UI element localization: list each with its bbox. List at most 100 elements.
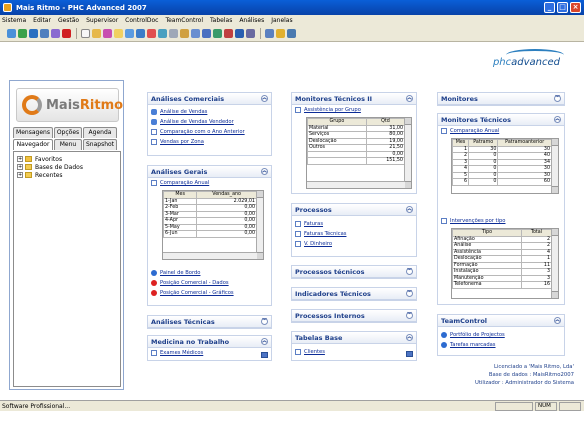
link-tarefas-marcadas[interactable]: Tarefas marcadas (438, 340, 564, 350)
link-portfolio-projectos[interactable]: Portfólio de Projectos (438, 330, 564, 340)
doc-icon (151, 139, 157, 145)
link-comparacao-ano-anterior[interactable]: Comparação com o Ano Anterior (148, 127, 271, 137)
link-vendas-zona[interactable]: Vendas por Zona (148, 137, 271, 147)
vertical-scrollbar[interactable] (404, 118, 411, 188)
expand-icon[interactable]: ︾ (406, 268, 413, 275)
vertical-scrollbar[interactable] (551, 139, 558, 193)
toolbar-table-icon[interactable] (169, 29, 178, 38)
horizontal-scrollbar[interactable] (307, 181, 405, 188)
expand-icon[interactable]: ︾ (406, 290, 413, 297)
tree-item-bases-de-dados[interactable]: + Bases de Dados (17, 163, 117, 171)
grid-patramo[interactable]: Mes Patramo Patramoanterior 1 30 30 2 0 40 303… (451, 138, 559, 194)
tree-item-favoritos[interactable]: + Favoritos (17, 155, 117, 163)
collapse-icon[interactable]: ︽ (406, 206, 413, 213)
tab-navegador[interactable]: Navegador (13, 139, 53, 150)
link-comparacao-anual-tec[interactable]: Comparação Anual (438, 126, 564, 136)
collapse-icon[interactable]: ︽ (554, 116, 561, 123)
panel-analises-tecnicas: Análises Técnicas ︾ (147, 315, 272, 329)
toolbar-lock-icon[interactable] (51, 29, 60, 38)
menu-janelas[interactable]: Janelas (271, 17, 292, 24)
toolbar-settings-icon[interactable] (246, 29, 255, 38)
toolbar-stop-icon[interactable] (62, 29, 71, 38)
link-clientes[interactable]: Clientes (292, 347, 416, 357)
scroll-down-button[interactable] (406, 351, 413, 357)
menu-controldoc[interactable]: ControlDoc (125, 17, 158, 24)
menu-teamcontrol[interactable]: TeamControl (165, 17, 203, 24)
collapse-icon[interactable]: ︽ (261, 338, 268, 345)
toolbar-globe3-icon[interactable] (29, 29, 38, 38)
toolbar-list-icon[interactable] (202, 29, 211, 38)
toolbar-print-icon[interactable] (287, 29, 296, 38)
expand-icon[interactable]: ︾ (406, 312, 413, 319)
toolbar-folder2-icon[interactable] (276, 29, 285, 38)
toolbar-pin-icon[interactable] (224, 29, 233, 38)
horizontal-scrollbar[interactable] (163, 252, 257, 259)
tab-menu[interactable]: Menu (54, 139, 82, 150)
toolbar-mail-icon[interactable] (125, 29, 134, 38)
link-painel-bordo[interactable]: Painel de Bordo (148, 268, 271, 278)
menu-supervisor[interactable]: Supervisor (86, 17, 118, 24)
expand-icon[interactable]: + (17, 164, 23, 170)
link-v-dinheiro[interactable]: V. Dinheiro (292, 239, 416, 249)
toolbar-chart-icon[interactable] (103, 29, 112, 38)
toolbar-globe4-icon[interactable] (40, 29, 49, 38)
toolbar-window-icon[interactable] (265, 29, 274, 38)
toolbar-grid-icon[interactable] (191, 29, 200, 38)
vertical-scrollbar[interactable] (551, 229, 558, 298)
scroll-down-button[interactable] (261, 352, 268, 358)
table-row: 6-Jun 0,00 (163, 230, 257, 238)
toolbar-globe-icon[interactable] (7, 29, 16, 38)
toolbar-user-icon[interactable] (136, 29, 145, 38)
toolbar-globe2-icon[interactable] (18, 29, 27, 38)
tree-item-recentes[interactable]: + Recentes (17, 171, 117, 179)
toolbar-doc-icon[interactable] (81, 29, 90, 38)
grid-intervencoes[interactable]: Tipo Total Afinação 2 Análise 2 Assistência… (451, 228, 559, 299)
menu-tabelas[interactable]: Tabelas (210, 17, 232, 24)
collapse-icon[interactable]: ︽ (406, 334, 413, 341)
grid-vendas-ano[interactable]: Mes Vendas_ano 1-Jan 2.029,01 2-Feb 0,00 3-… (162, 190, 264, 260)
tab-snapshot[interactable]: Snapshot (83, 139, 117, 150)
tab-mensagens[interactable]: Mensagens (13, 127, 53, 138)
minimize-button[interactable]: _ (544, 2, 555, 13)
maximize-button[interactable]: □ (557, 2, 568, 13)
toolbar-tools-icon[interactable] (213, 29, 222, 38)
toolbar-book-icon[interactable] (147, 29, 156, 38)
menu-analises[interactable]: Análises (239, 17, 264, 24)
menu-sistema[interactable]: Sistema (2, 17, 26, 24)
collapse-icon[interactable]: ︽ (406, 95, 413, 102)
expand-icon[interactable]: ︾ (261, 318, 268, 325)
expand-icon[interactable]: + (17, 156, 23, 162)
grid-assistencia-grupo[interactable]: Grupo Qtd Material 31,00 Serviços 80,00 Des… (306, 117, 412, 189)
vertical-scrollbar[interactable] (256, 191, 263, 259)
link-analise-vendas-vendedor[interactable]: Análise de Vendas Vendedor (148, 117, 271, 127)
panel-title: Monitores (441, 95, 478, 103)
tab-opcoes[interactable]: Opções (54, 127, 82, 138)
collapse-icon[interactable]: ︽ (554, 317, 561, 324)
link-exames-medicos[interactable]: Exames Médicos (148, 348, 271, 358)
table-row: 6 0 60 (452, 178, 552, 186)
toolbar-note-icon[interactable] (114, 29, 123, 38)
expand-icon[interactable]: ︾ (554, 95, 561, 102)
menu-editar[interactable]: Editar (33, 17, 51, 24)
toolbar-calc-icon[interactable] (158, 29, 167, 38)
collapse-icon[interactable]: ︽ (261, 168, 268, 175)
star-folder-icon (25, 156, 32, 162)
toolbar-calendar-icon[interactable] (180, 29, 189, 38)
link-faturas-tecnicas[interactable]: Faturas Técnicas (292, 229, 416, 239)
link-assistencia-grupo[interactable]: Assistência por Grupo (292, 105, 416, 115)
menu-gestao[interactable]: Gestão (58, 17, 79, 24)
link-intervencoes-tipo[interactable]: Intervenções por tipo (438, 216, 506, 226)
link-posicao-graficos[interactable]: Posição Comercial - Gráficos (148, 288, 271, 298)
link-posicao-dados[interactable]: Posição Comercial - Dados (148, 278, 271, 288)
tab-agenda[interactable]: Agenda (83, 127, 117, 138)
doc-icon (441, 128, 447, 134)
link-comparacao-anual[interactable]: Comparação Anual (148, 178, 271, 188)
toolbar-folder-icon[interactable] (92, 29, 101, 38)
menu-bar: Sistema Editar Gestão Supervisor Control… (0, 15, 584, 26)
expand-icon[interactable]: + (17, 172, 23, 178)
close-button[interactable]: × (570, 2, 581, 13)
link-analise-vendas[interactable]: Análise de Vendas (148, 107, 271, 117)
toolbar-help-icon[interactable] (235, 29, 244, 38)
collapse-icon[interactable]: ︽ (261, 95, 268, 102)
link-faturas[interactable]: Faturas (292, 219, 416, 229)
